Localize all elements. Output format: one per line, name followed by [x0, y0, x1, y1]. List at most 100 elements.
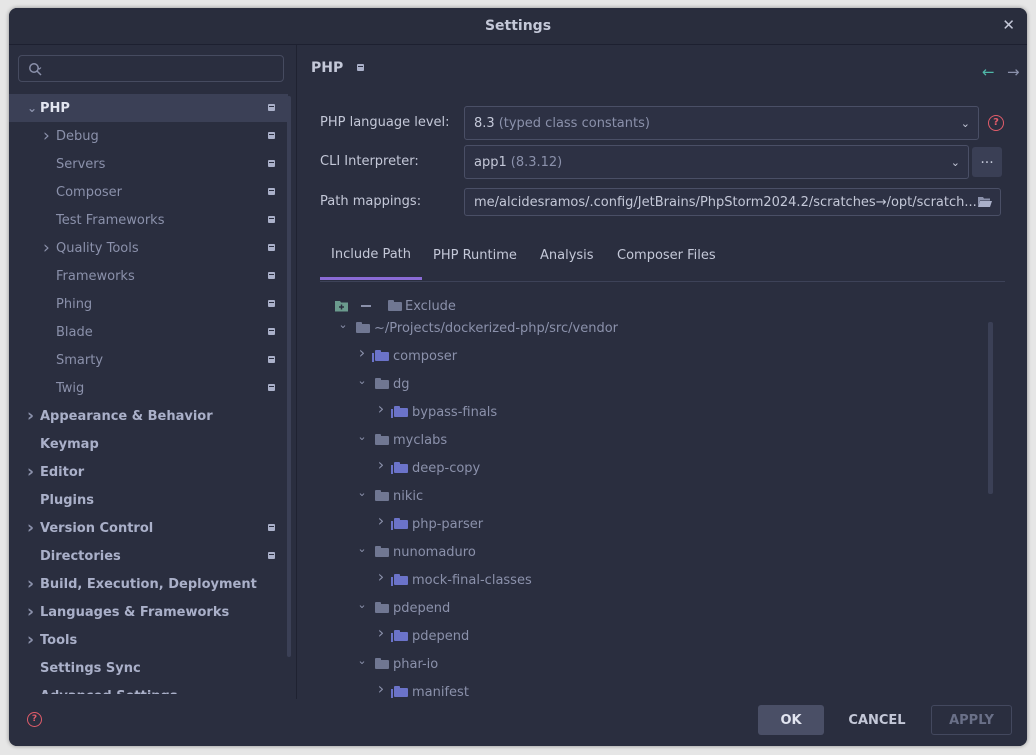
cancel-button[interactable]: CANCEL [839, 705, 915, 735]
chevron-down-icon[interactable]: ⌄ [356, 598, 368, 611]
tab-composer-files[interactable]: Composer Files [606, 231, 727, 280]
sidebar-item[interactable]: Servers [9, 150, 288, 178]
tab-analysis[interactable]: Analysis [529, 231, 605, 280]
sidebar-item[interactable]: › Build, Execution, Deployment [9, 570, 288, 598]
chevron-right-icon[interactable]: › [27, 602, 34, 622]
sidebar-item[interactable]: Advanced Settings [9, 682, 288, 695]
sidebar-item-label: Tools [40, 632, 78, 648]
sidebar-item[interactable]: Directories [9, 542, 288, 570]
pin-icon [268, 272, 275, 279]
chevron-down-icon[interactable]: ⌄ [356, 654, 368, 667]
add-folder-icon[interactable] [334, 300, 349, 312]
tree-node-label[interactable]: phar-io [393, 653, 438, 675]
sidebar-item-label: Languages & Frameworks [40, 604, 230, 620]
chevron-right-icon[interactable]: › [43, 126, 50, 146]
chevron-down-icon[interactable]: ⌄ [356, 542, 368, 555]
ok-button[interactable]: OK [758, 705, 824, 735]
sidebar-item[interactable]: Blade [9, 318, 288, 346]
folder-icon [375, 602, 389, 613]
exclude-button[interactable]: Exclude [405, 295, 456, 317]
folder-icon [375, 490, 389, 501]
chevron-down-icon[interactable]: ⌄ [356, 430, 368, 443]
chevron-down-icon[interactable]: ⌄ [27, 101, 37, 115]
tree-node-label[interactable]: bypass-finals [412, 401, 497, 423]
chevron-right-icon[interactable]: › [27, 574, 34, 594]
search-box[interactable] [18, 55, 284, 82]
tree-node-label[interactable]: nunomaduro [393, 541, 476, 563]
chevron-right-icon[interactable]: › [27, 518, 34, 538]
sidebar-item[interactable]: Twig [9, 374, 288, 402]
language-level-select[interactable]: 8.3 (typed class constants) ⌄ [464, 106, 979, 140]
chevron-right-icon[interactable]: › [375, 623, 387, 642]
sidebar-item-label: Twig [56, 380, 85, 396]
sidebar-item[interactable]: › Quality Tools [9, 234, 288, 262]
chevron-right-icon[interactable]: › [375, 399, 387, 418]
chevron-down-icon[interactable]: ⌄ [356, 486, 368, 499]
sidebar-item-label: Blade [56, 324, 93, 340]
search-input[interactable] [51, 59, 280, 80]
sidebar-item[interactable]: Keymap [9, 430, 288, 458]
forward-icon[interactable]: → [1007, 63, 1020, 81]
sidebar-scrollbar[interactable] [287, 96, 291, 657]
close-icon[interactable]: ✕ [1002, 16, 1015, 34]
folder-icon [375, 378, 389, 389]
chevron-right-icon[interactable]: › [27, 406, 34, 426]
tree-node-label[interactable]: mock-final-classes [412, 569, 532, 591]
chevron-right-icon[interactable]: › [375, 511, 387, 530]
chevron-right-icon[interactable]: › [375, 567, 387, 586]
sidebar-item[interactable]: Test Frameworks [9, 206, 288, 234]
sidebar-item[interactable]: › Editor [9, 458, 288, 486]
sidebar-item[interactable]: › Version Control [9, 514, 288, 542]
back-icon[interactable]: ← [982, 63, 995, 81]
tree-node-label[interactable]: nikic [393, 485, 423, 507]
apply-button[interactable]: APPLY [931, 705, 1012, 735]
tree-node-label[interactable]: deep-copy [412, 457, 480, 479]
tree-node-label[interactable]: ~/Projects/dockerized-php/src/vendor [374, 317, 618, 339]
help-icon[interactable]: ? [988, 115, 1004, 131]
help-icon[interactable]: ? [27, 712, 42, 727]
pin-icon [268, 300, 275, 307]
more-button[interactable]: ... [972, 147, 1002, 177]
chevron-right-icon[interactable]: › [43, 238, 50, 258]
folder-icon [388, 300, 402, 311]
sidebar-item-label: Build, Execution, Deployment [40, 576, 257, 592]
sidebar-item[interactable]: › Debug [9, 122, 288, 150]
chevron-down-icon[interactable]: ⌄ [356, 374, 368, 387]
sidebar-item[interactable]: › Tools [9, 626, 288, 654]
remove-icon[interactable] [361, 305, 371, 307]
settings-dialog: Settings ✕ ⌄ PHP › Debug Servers Composer Test… [9, 8, 1027, 746]
tree-node-label[interactable]: myclabs [393, 429, 447, 451]
tree-node-label[interactable]: pdepend [393, 597, 450, 619]
path-mappings-value: me/alcidesramos/.config/JetBrains/PhpSto… [474, 194, 977, 210]
chevron-right-icon[interactable]: › [356, 343, 368, 362]
folder-open-icon[interactable] [977, 195, 993, 208]
tree-scrollbar[interactable] [988, 322, 993, 494]
tree-node-label[interactable]: php-parser [412, 513, 483, 535]
sidebar-item[interactable]: Plugins [9, 486, 288, 514]
tab-php-runtime[interactable]: PHP Runtime [422, 231, 528, 280]
dialog-footer: ? OK CANCEL APPLY [9, 700, 1027, 746]
library-folder-icon [372, 350, 389, 362]
cli-interpreter-select[interactable]: app1 (8.3.12) ⌄ [464, 145, 969, 179]
tab-include-path[interactable]: Include Path [320, 231, 423, 280]
pin-icon [268, 132, 275, 139]
tree-node-label[interactable]: pdepend [412, 625, 469, 647]
chevron-right-icon[interactable]: › [27, 630, 34, 650]
sidebar-item[interactable]: Phing [9, 290, 288, 318]
sidebar-item[interactable]: › Appearance & Behavior [9, 402, 288, 430]
sidebar-item[interactable]: › Languages & Frameworks [9, 598, 288, 626]
tree-node-label[interactable]: composer [393, 345, 457, 367]
language-level-hint: (typed class constants) [498, 115, 650, 131]
chevron-down-icon[interactable]: ⌄ [337, 318, 349, 331]
chevron-right-icon[interactable]: › [27, 462, 34, 482]
sidebar-item[interactable]: ⌄ PHP [9, 94, 288, 122]
sidebar-item[interactable]: Smarty [9, 346, 288, 374]
sidebar-item[interactable]: Frameworks [9, 262, 288, 290]
sidebar-item[interactable]: Composer [9, 178, 288, 206]
path-mappings-field[interactable]: me/alcidesramos/.config/JetBrains/PhpSto… [464, 188, 1001, 216]
pin-icon [268, 244, 275, 251]
chevron-right-icon[interactable]: › [375, 455, 387, 474]
chevron-right-icon[interactable]: › [375, 679, 387, 698]
sidebar-item[interactable]: Settings Sync [9, 654, 288, 682]
tree-node-label[interactable]: dg [393, 373, 410, 395]
